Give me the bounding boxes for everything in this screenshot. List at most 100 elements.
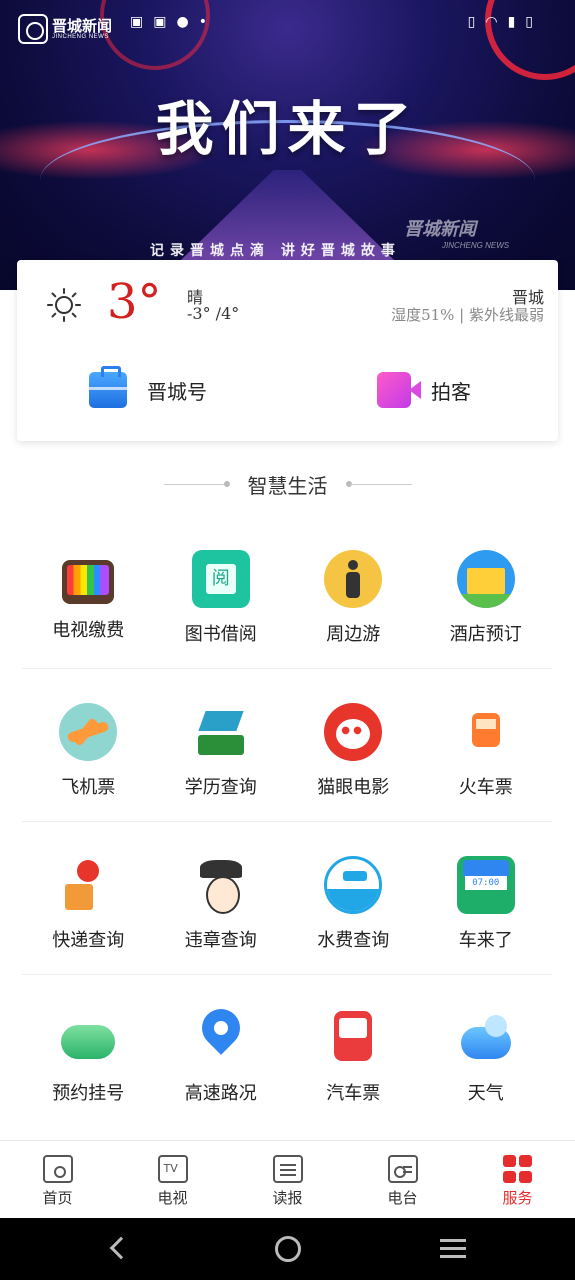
service-label: 电视缴费	[52, 620, 125, 641]
banner-watermark: 晋城新闻 JINCHENG NEWS	[404, 215, 509, 250]
service-row: 预约挂号 高速路况 汽车票 天气	[22, 1009, 552, 1105]
tv-icon	[157, 1155, 188, 1183]
banner-headline: 我们来了	[155, 95, 420, 163]
plane-icon	[59, 703, 118, 761]
banner-decoration	[100, 0, 210, 70]
service-label: 周边游	[326, 624, 381, 645]
banner-slogan: 记录晋城点滴 讲好晋城故事	[150, 243, 401, 259]
service-water-bill[interactable]: 水费查询	[287, 856, 420, 952]
help-icon: ●	[176, 14, 189, 30]
temperature-range: -3° /4°	[187, 304, 240, 323]
nav-label: 读报	[272, 1189, 303, 1207]
app-logo: 晋城新闻 JINCHENG NEWS	[18, 14, 112, 44]
service-label: 天气	[467, 1083, 504, 1104]
logo-en: JINCHENG NEWS	[52, 33, 109, 40]
service-highway[interactable]: 高速路况	[155, 1009, 288, 1105]
map-pin-icon	[192, 1009, 250, 1067]
service-weather[interactable]: 天气	[420, 1009, 553, 1105]
service-label: 猫眼电影	[317, 777, 390, 798]
service-maoyan[interactable]: 猫眼电影	[287, 703, 420, 799]
nav-label: 首页	[42, 1189, 73, 1207]
walker-icon	[324, 550, 383, 608]
status-bar-left: ▣ ▣ ● •	[130, 14, 207, 30]
wifi-icon: ◠	[485, 14, 498, 30]
watermark-en: JINCHENG NEWS	[442, 241, 510, 250]
water-tap-icon	[324, 856, 383, 914]
logo-cn: 晋城新闻	[52, 17, 113, 35]
radio-icon	[387, 1155, 418, 1183]
nav-label: 电视	[157, 1189, 188, 1207]
row-divider	[22, 668, 552, 669]
weather-details: 湿度51% | 紫外线最弱	[391, 306, 544, 324]
service-nearby-travel[interactable]: 周边游	[287, 550, 420, 646]
service-bus[interactable]: 车来了	[420, 856, 553, 952]
nav-newspaper[interactable]: 读报	[230, 1141, 345, 1218]
weather-card[interactable]: 3° 晴 -3° /4° 晋城 湿度51% | 紫外线最弱 晋城号 拍客	[17, 260, 558, 441]
cloud-sun-icon	[457, 1009, 515, 1067]
police-icon	[192, 856, 250, 914]
service-row: 飞机票 学历查询 猫眼电影 火车票	[22, 703, 552, 799]
service-flight[interactable]: 飞机票	[22, 703, 155, 799]
service-label: 飞机票	[61, 777, 116, 798]
service-label: 车来了	[458, 930, 513, 951]
signal-icon: ▮	[507, 14, 516, 30]
service-library[interactable]: 图书借阅	[155, 550, 288, 646]
service-train[interactable]: 火车票	[420, 703, 553, 799]
service-label: 高速路况	[184, 1083, 257, 1104]
nav-home[interactable]: 首页	[0, 1141, 115, 1218]
nav-label: 电台	[387, 1189, 418, 1207]
service-label: 酒店预订	[449, 624, 522, 645]
bus-icon	[456, 856, 515, 914]
battery-icon: ▯	[525, 14, 533, 30]
nav-tv[interactable]: 电视	[115, 1141, 230, 1218]
coach-icon	[324, 1009, 382, 1067]
row-divider	[22, 821, 552, 822]
cat-icon	[324, 703, 383, 761]
delivery-icon	[59, 856, 117, 914]
section-title: 智慧生活	[247, 474, 328, 498]
paike-label: 拍客	[431, 379, 471, 404]
service-label: 快递查询	[52, 930, 125, 951]
service-education[interactable]: 学历查询	[155, 703, 288, 799]
service-row: 快递查询 违章查询 水费查询 车来了	[22, 856, 552, 952]
vibrate-icon: ▯	[467, 14, 476, 30]
newspaper-icon	[272, 1155, 303, 1183]
service-label: 违章查询	[184, 930, 257, 951]
service-label: 水费查询	[317, 930, 390, 951]
service-violation[interactable]: 违章查询	[155, 856, 288, 952]
video-camera-icon	[377, 372, 421, 408]
watermark-cn: 晋城新闻	[404, 219, 476, 239]
service-label: 学历查询	[184, 777, 257, 798]
train-icon	[457, 703, 515, 761]
notification-icon: ▣	[153, 14, 167, 30]
paike-button[interactable]: 拍客	[377, 372, 471, 408]
home-circle-icon[interactable]	[275, 1236, 301, 1262]
sun-icon	[47, 288, 81, 322]
service-tv-payment[interactable]: 电视缴费	[22, 550, 155, 646]
dot-icon: •	[198, 14, 207, 30]
graduation-cap-icon	[192, 703, 250, 761]
briefcase-icon	[89, 366, 127, 408]
jinchenghao-label: 晋城号	[147, 379, 207, 404]
hotel-icon	[456, 550, 515, 608]
temperature: 3°	[107, 274, 162, 330]
divider	[350, 484, 412, 485]
nav-radio[interactable]: 电台	[345, 1141, 460, 1218]
nav-services[interactable]: 服务	[460, 1141, 575, 1218]
service-appointment[interactable]: 预约挂号	[22, 1009, 155, 1105]
status-bar-right: ▯ ◠ ▮ ▯	[468, 14, 533, 30]
service-coach[interactable]: 汽车票	[287, 1009, 420, 1105]
hero-banner[interactable]: 晋城新闻 JINCHENG NEWS ▣ ▣ ● • ▯ ◠ ▮ ▯ 我们来了 …	[0, 0, 575, 290]
back-icon[interactable]	[109, 1236, 133, 1260]
service-express[interactable]: 快递查询	[22, 856, 155, 952]
cloud-stethoscope-icon	[59, 1009, 117, 1067]
grid-icon	[502, 1155, 533, 1183]
system-nav-bar	[0, 1218, 575, 1280]
service-row: 电视缴费 图书借阅 周边游 酒店预订	[22, 550, 552, 646]
service-hotel[interactable]: 酒店预订	[420, 550, 553, 646]
banner-decoration	[485, 0, 575, 80]
tv-icon	[62, 560, 115, 604]
jinchenghao-button[interactable]: 晋城号	[89, 366, 207, 408]
service-label: 预约挂号	[52, 1083, 125, 1104]
menu-icon[interactable]	[440, 1239, 466, 1242]
